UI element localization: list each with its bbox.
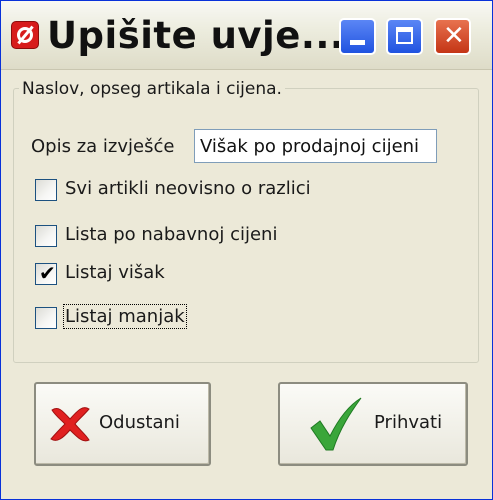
maximize-icon (396, 27, 413, 44)
red-x-icon (50, 407, 90, 442)
window-title: Upišite uvje... (47, 14, 345, 57)
checkbox[interactable] (35, 307, 57, 329)
checkbox-label: Lista po nabavnoj cijeni (65, 224, 278, 245)
close-icon: ✕ (443, 21, 465, 51)
app-no-entry-icon (11, 21, 39, 49)
checkbox[interactable] (35, 225, 57, 247)
checkbox-label: Svi artikli neovisno o razlici (65, 178, 311, 199)
minimize-icon (350, 40, 365, 45)
minimize-button[interactable] (339, 18, 376, 55)
title-bar[interactable]: Upišite uvje... ✕ (1, 1, 492, 70)
maximize-button[interactable] (386, 18, 423, 55)
checkbox[interactable]: ✔ (35, 261, 57, 285)
checkmark-icon: ✔ (39, 261, 56, 285)
group-caption: Naslov, opseg artikala i cijena. (19, 79, 285, 99)
checkbox-label: Listaj višak (65, 262, 165, 283)
checkbox[interactable] (35, 179, 57, 201)
accept-button-label: Prihvati (374, 412, 443, 433)
report-description-input[interactable] (194, 129, 437, 163)
dialog-window: Upišite uvje... ✕ Naslov, opseg artikala… (0, 0, 493, 500)
accept-button[interactable]: Prihvati (278, 382, 468, 466)
checkbox-label: Listaj manjak (63, 304, 187, 329)
cancel-button[interactable]: Odustani (34, 382, 211, 466)
close-button[interactable]: ✕ (434, 18, 471, 55)
green-checkmark-icon (310, 397, 362, 451)
cancel-button-label: Odustani (99, 412, 180, 433)
report-description-label: Opis za izvješće (31, 136, 175, 157)
